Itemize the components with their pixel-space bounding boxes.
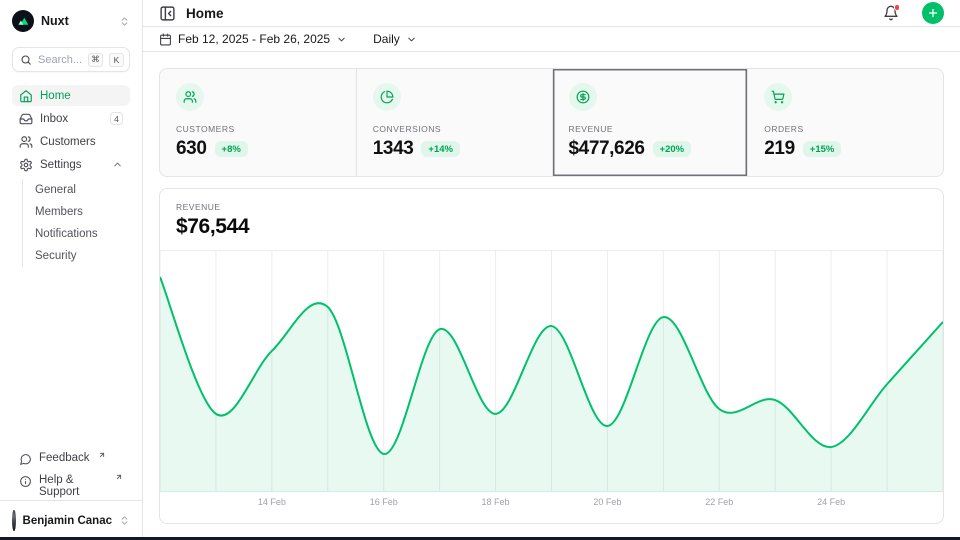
stat-value: 219 bbox=[764, 138, 795, 160]
granularity-value: Daily bbox=[373, 32, 400, 46]
stat-label: ORDERS bbox=[764, 124, 927, 134]
chevrons-up-down-icon bbox=[119, 16, 130, 27]
main-area: Home Feb 12, 2025 - Feb 26, 2025 Daily bbox=[143, 0, 960, 540]
pie-chart-icon bbox=[373, 83, 401, 111]
stat-delta-badge: +14% bbox=[421, 141, 460, 157]
submenu-item-label: General bbox=[35, 184, 76, 196]
stat-label: CONVERSIONS bbox=[373, 124, 536, 134]
workspace-switcher[interactable]: Nuxt bbox=[12, 8, 130, 34]
chevron-up-icon bbox=[112, 159, 123, 170]
chart-metric-value: $76,544 bbox=[176, 215, 927, 239]
message-circle-icon bbox=[19, 453, 32, 466]
stat-delta-badge: +15% bbox=[803, 141, 842, 157]
chevron-down-icon bbox=[336, 34, 347, 45]
inbox-icon bbox=[19, 112, 33, 126]
sidebar-item-settings[interactable]: Settings bbox=[12, 154, 130, 175]
calendar-icon bbox=[159, 33, 172, 46]
top-header: Home bbox=[143, 0, 960, 27]
stat-card-conversions[interactable]: CONVERSIONS 1343 +14% bbox=[356, 69, 552, 176]
sidebar-item-security[interactable]: Security bbox=[35, 245, 130, 267]
sidebar-item-label: Home bbox=[40, 90, 123, 102]
sidebar-item-general[interactable]: General bbox=[35, 179, 130, 201]
users-icon bbox=[19, 135, 33, 149]
stat-label: CUSTOMERS bbox=[176, 124, 340, 134]
sidebar-item-notifications[interactable]: Notifications bbox=[35, 223, 130, 245]
stat-card-revenue[interactable]: REVENUE $477,626 +20% bbox=[552, 69, 748, 176]
sidebar-item-label: Settings bbox=[40, 159, 105, 171]
sidebar-spacer bbox=[12, 267, 130, 450]
sidebar-item-customers[interactable]: Customers bbox=[12, 131, 130, 152]
date-range-value: Feb 12, 2025 - Feb 26, 2025 bbox=[178, 32, 330, 46]
stat-delta-badge: +8% bbox=[215, 141, 248, 157]
date-range-picker[interactable]: Feb 12, 2025 - Feb 26, 2025 bbox=[159, 32, 347, 46]
x-axis: 14 Feb 16 Feb 18 Feb 20 Feb 22 Feb 24 Feb bbox=[160, 492, 943, 516]
feedback-link[interactable]: Feedback bbox=[12, 450, 130, 470]
granularity-select[interactable]: Daily bbox=[373, 32, 417, 46]
filters-toolbar: Feb 12, 2025 - Feb 26, 2025 Daily bbox=[143, 27, 960, 52]
stat-value: 1343 bbox=[373, 138, 414, 160]
help-support-label: Help & Support bbox=[39, 474, 107, 498]
x-axis-tick-label: 20 Feb bbox=[593, 497, 621, 507]
cart-icon bbox=[764, 83, 792, 111]
sidebar-nav: Home Inbox 4 Customers Settings Genera bbox=[12, 85, 130, 267]
x-axis-tick-label: 14 Feb bbox=[258, 497, 286, 507]
notification-dot bbox=[894, 4, 901, 11]
user-menu[interactable]: Benjamin Canac bbox=[0, 500, 142, 540]
stat-card-customers[interactable]: CUSTOMERS 630 +8% bbox=[160, 69, 356, 176]
dollar-circle-icon bbox=[569, 83, 597, 111]
avatar bbox=[12, 510, 16, 531]
add-button[interactable] bbox=[922, 2, 944, 24]
x-axis-tick-label: 22 Feb bbox=[705, 497, 733, 507]
sidebar-footer: Feedback Help & Support bbox=[12, 450, 130, 500]
submenu-item-label: Security bbox=[35, 250, 77, 262]
sidebar: Nuxt Search... ⌘ K Home Inbox 4 bbox=[0, 0, 143, 540]
settings-submenu: General Members Notifications Security bbox=[22, 179, 130, 267]
stat-value: $477,626 bbox=[569, 138, 645, 160]
stats-row: CUSTOMERS 630 +8% CONVERSIONS 1343 +14% bbox=[159, 68, 944, 177]
submenu-item-label: Members bbox=[35, 206, 83, 218]
chart-header: REVENUE $76,544 bbox=[160, 189, 943, 250]
nuxt-logo-icon bbox=[12, 10, 34, 32]
gear-icon bbox=[19, 158, 33, 172]
kbd-k: K bbox=[109, 53, 124, 67]
sidebar-item-home[interactable]: Home bbox=[12, 85, 130, 106]
page-title: Home bbox=[186, 6, 873, 21]
sidebar-item-label: Inbox bbox=[40, 113, 103, 125]
kbd-cmd: ⌘ bbox=[88, 53, 103, 67]
sidebar-item-inbox[interactable]: Inbox 4 bbox=[12, 108, 130, 129]
stat-label: REVENUE bbox=[569, 124, 732, 134]
users-icon bbox=[176, 83, 204, 111]
stat-card-orders[interactable]: ORDERS 219 +15% bbox=[747, 69, 943, 176]
search-placeholder: Search... bbox=[38, 54, 82, 66]
revenue-area-chart bbox=[160, 250, 943, 492]
stat-value: 630 bbox=[176, 138, 207, 160]
x-axis-tick-label: 16 Feb bbox=[370, 497, 398, 507]
stat-delta-badge: +20% bbox=[653, 141, 692, 157]
chevrons-up-down-icon bbox=[119, 515, 130, 526]
x-axis-tick-label: 18 Feb bbox=[482, 497, 510, 507]
chart-canvas bbox=[160, 250, 943, 492]
search-icon bbox=[20, 54, 32, 66]
info-icon bbox=[19, 475, 32, 488]
sidebar-item-members[interactable]: Members bbox=[35, 201, 130, 223]
help-support-link[interactable]: Help & Support bbox=[12, 472, 130, 492]
notifications-button[interactable] bbox=[883, 5, 899, 21]
home-icon bbox=[19, 89, 33, 103]
external-link-icon bbox=[98, 451, 106, 459]
chart-metric-label: REVENUE bbox=[176, 202, 927, 212]
revenue-chart-panel: REVENUE $76,544 14 Feb 16 Feb 18 Feb 20 Feb… bbox=[159, 188, 944, 524]
panel-collapse-button[interactable] bbox=[159, 5, 176, 22]
feedback-label: Feedback bbox=[39, 452, 90, 464]
user-name: Benjamin Canac bbox=[23, 515, 112, 527]
x-axis-tick-label: 24 Feb bbox=[817, 497, 845, 507]
search-input[interactable]: Search... ⌘ K bbox=[12, 47, 130, 72]
external-link-icon bbox=[115, 473, 123, 481]
inbox-count-badge: 4 bbox=[110, 112, 123, 125]
submenu-item-label: Notifications bbox=[35, 228, 98, 240]
sidebar-item-label: Customers bbox=[40, 136, 123, 148]
chevron-down-icon bbox=[406, 34, 417, 45]
workspace-name: Nuxt bbox=[41, 14, 112, 28]
dashboard-content: CUSTOMERS 630 +8% CONVERSIONS 1343 +14% bbox=[143, 52, 960, 540]
